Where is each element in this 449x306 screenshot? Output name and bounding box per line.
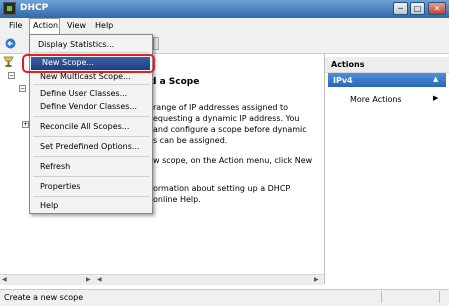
- menu-display-statistics[interactable]: Display Statistics...: [38, 40, 114, 49]
- center-heading: d a Scope: [150, 77, 200, 87]
- menu-separator: [33, 84, 149, 85]
- menu-separator: [33, 116, 149, 117]
- menu-action[interactable]: Action: [33, 21, 58, 30]
- menu-separator: [33, 196, 149, 197]
- scroll-right-icon[interactable]: ▶: [86, 276, 91, 283]
- ipv4-label: IPv4: [333, 76, 353, 85]
- center-text-line: ormation about setting up a DHCP: [153, 184, 291, 193]
- center-horizontal-scrollbar[interactable]: [95, 274, 324, 285]
- menu-define-vendor-classes[interactable]: Define Vendor Classes...: [40, 102, 137, 111]
- center-text-line: online Help.: [153, 195, 201, 204]
- menu-refresh[interactable]: Refresh: [40, 162, 70, 171]
- window-title: DHCP: [20, 3, 49, 13]
- center-text-line: and configure a scope before dynamic: [153, 125, 307, 134]
- red-highlight-annotation: [22, 54, 155, 73]
- menu-separator: [33, 156, 149, 157]
- center-text-line: s can be assigned.: [153, 136, 228, 145]
- status-divider: [439, 291, 440, 303]
- center-text-line: equesting a dynamic IP address. You: [153, 114, 300, 123]
- menu-file[interactable]: File: [9, 21, 22, 30]
- menu-separator: [33, 176, 149, 177]
- submenu-arrow-icon: ▶: [433, 94, 439, 102]
- more-actions-link[interactable]: More Actions: [350, 94, 402, 105]
- menu-reconcile-all-scopes[interactable]: Reconcile All Scopes...: [40, 122, 129, 131]
- menu-view[interactable]: View: [67, 21, 86, 30]
- menu-set-predefined-options[interactable]: Set Predefined Options...: [40, 142, 140, 151]
- toolbar-button-partial[interactable]: [153, 37, 159, 50]
- maximize-button[interactable]: □: [410, 2, 425, 15]
- scroll-left-icon[interactable]: ◀: [2, 276, 7, 283]
- menu-properties[interactable]: Properties: [40, 182, 80, 191]
- menu-separator: [33, 52, 149, 53]
- actions-pane: [325, 54, 449, 284]
- dhcp-app-icon: [3, 2, 16, 15]
- center-text-line: range of IP addresses assigned to: [153, 103, 289, 112]
- menu-help-item[interactable]: Help: [40, 201, 58, 210]
- title-bar: [0, 0, 449, 18]
- menu-define-user-classes[interactable]: Define User Classes...: [40, 89, 127, 98]
- dhcp-root-icon[interactable]: [3, 56, 14, 68]
- tree-collapse-toggle[interactable]: −: [19, 85, 26, 92]
- scroll-right-icon[interactable]: ▶: [314, 276, 319, 283]
- tree-expand-toggle[interactable]: +: [22, 121, 29, 128]
- minimize-button[interactable]: ─: [393, 2, 408, 15]
- collapse-up-icon[interactable]: ▲: [433, 75, 438, 83]
- status-divider: [381, 291, 382, 303]
- tree-collapse-toggle[interactable]: −: [8, 72, 15, 79]
- scroll-left-icon[interactable]: ◀: [97, 276, 102, 283]
- menu-separator: [33, 136, 149, 137]
- menu-new-multicast-scope[interactable]: New Multicast Scope...: [40, 72, 131, 81]
- tree-horizontal-scrollbar[interactable]: [0, 274, 95, 285]
- actions-title: Actions: [331, 60, 365, 69]
- status-text: Create a new scope: [4, 293, 84, 302]
- back-arrow-icon[interactable]: [5, 38, 16, 49]
- center-text-line: w scope, on the Action menu, click New: [153, 156, 313, 165]
- menu-help[interactable]: Help: [95, 21, 113, 30]
- close-button[interactable]: ✕: [428, 2, 446, 15]
